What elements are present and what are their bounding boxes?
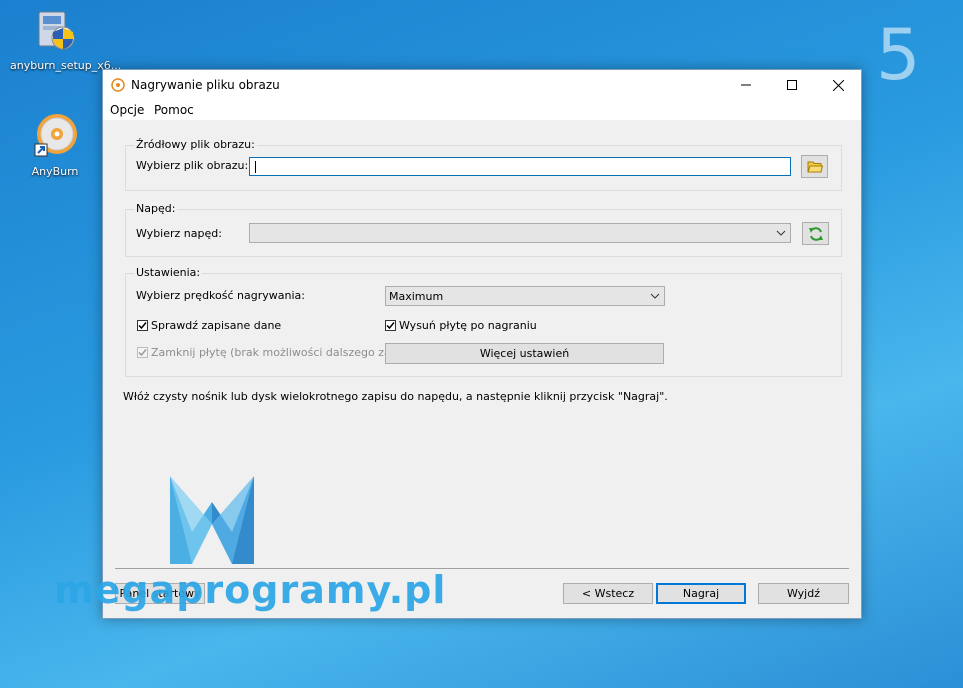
settings-group-label: Ustawienia: [134, 266, 203, 279]
speed-label: Wybierz prędkość nagrywania: [136, 289, 305, 302]
speed-select[interactable]: Maximum [385, 286, 665, 306]
eject-disc-label: Wysuń płytę po nagraniu [399, 319, 537, 332]
refresh-drives-button[interactable] [802, 222, 829, 245]
refresh-icon [808, 226, 823, 241]
burn-image-window: Nagrywanie pliku obrazu Opcje Pomoc Źród… [102, 69, 862, 619]
close-icon [832, 79, 844, 91]
menu-help[interactable]: Pomoc [154, 103, 194, 117]
anyburn-disc-icon [10, 112, 100, 163]
start-panel-button[interactable]: Panel startowy [115, 583, 205, 604]
more-settings-button[interactable]: Więcej ustawień [385, 343, 664, 364]
close-disc-label: Zamknij płytę (brak możliwości dalszego … [151, 346, 418, 359]
settings-group: Ustawienia: Wybierz prędkość nagrywania:… [125, 266, 842, 377]
step-number: 5 [876, 14, 921, 96]
menu-options[interactable]: Opcje [110, 103, 144, 117]
exit-button[interactable]: Wyjdź [758, 583, 849, 604]
footer-separator [115, 568, 849, 569]
browse-file-button[interactable] [801, 155, 828, 178]
drive-select[interactable] [249, 223, 791, 243]
minimize-button[interactable] [723, 70, 769, 100]
desktop-icon-anyburn-setup[interactable]: anyburn_setup_x6... [10, 6, 121, 72]
eject-disc-checkbox[interactable]: Wysuń płytę po nagraniu [385, 319, 537, 332]
checkbox-box [137, 320, 148, 331]
checkbox-box [137, 347, 148, 358]
speed-select-value: Maximum [389, 290, 444, 303]
minimize-icon [741, 84, 751, 86]
back-button[interactable]: < Wstecz [563, 583, 653, 604]
app-icon [111, 78, 125, 95]
window-title: Nagrywanie pliku obrazu [131, 78, 280, 92]
title-bar[interactable]: Nagrywanie pliku obrazu [103, 70, 861, 100]
source-image-field-label: Wybierz plik obrazu: [136, 159, 249, 172]
drive-field-label: Wybierz napęd: [136, 227, 222, 240]
checkmark-icon [138, 349, 147, 357]
chevron-down-icon [776, 228, 786, 241]
burn-button[interactable]: Nagraj [656, 583, 746, 604]
source-image-group: Źródłowy plik obrazu: Wybierz plik obraz… [125, 138, 842, 191]
close-disc-checkbox: Zamknij płytę (brak możliwości dalszego … [137, 346, 418, 359]
checkmark-icon [138, 322, 147, 330]
verify-data-checkbox[interactable]: Sprawdź zapisane dane [137, 319, 281, 332]
installer-icon [10, 6, 100, 57]
desktop-icon-anyburn[interactable]: AnyBurn [10, 112, 100, 178]
menu-bar: Opcje Pomoc [103, 100, 861, 120]
drive-group-label: Napęd: [134, 202, 178, 215]
instruction-text: Włóż czysty nośnik lub dysk wielokrotneg… [123, 390, 668, 403]
checkmark-icon [386, 322, 395, 330]
maximize-button[interactable] [769, 70, 815, 100]
checkbox-box [385, 320, 396, 331]
maximize-icon [787, 80, 797, 90]
source-image-input[interactable] [249, 157, 791, 176]
verify-data-label: Sprawdź zapisane dane [151, 319, 282, 332]
drive-group: Napęd: Wybierz napęd: [125, 202, 842, 257]
chevron-down-icon [650, 291, 660, 304]
close-button[interactable] [815, 70, 861, 100]
folder-icon [806, 161, 823, 173]
source-image-group-label: Źródłowy plik obrazu: [134, 138, 257, 151]
text-caret [255, 161, 256, 173]
desktop-icon-label: AnyBurn [31, 165, 79, 178]
